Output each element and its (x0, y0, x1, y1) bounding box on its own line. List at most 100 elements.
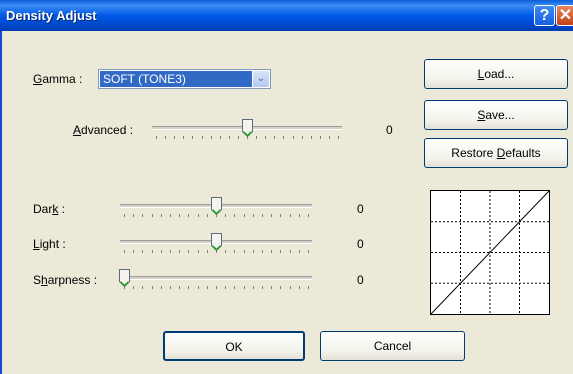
sharpness-slider-tick (225, 286, 227, 289)
ok-button[interactable]: OK (163, 331, 305, 361)
light-slider-tick (308, 250, 309, 253)
light-slider-tick (133, 250, 135, 253)
light-slider-tick (170, 250, 171, 253)
light-slider-tick (197, 250, 199, 253)
light-slider-tick (289, 250, 291, 253)
dark-slider-tick (188, 214, 190, 217)
help-button[interactable]: ? (534, 5, 555, 26)
light-slider-tick (160, 250, 162, 253)
light-slider-tick (298, 250, 300, 253)
sharpness-label: Sharpness : (33, 273, 98, 287)
light-slider-tick (179, 250, 181, 253)
advanced-slider-tick (210, 136, 212, 139)
sharpness-value: 0 (357, 273, 364, 287)
sharpness-slider-track[interactable] (120, 276, 312, 280)
light-slider-tick (142, 250, 144, 253)
window-title: Density Adjust (6, 8, 97, 23)
dark-slider-tick (225, 214, 227, 217)
sharpness-slider-tick (142, 286, 144, 289)
advanced-slider-tick (228, 136, 230, 139)
gamma-select[interactable]: SOFT (TONE3) ⌄ (98, 69, 271, 89)
light-value: 0 (357, 237, 364, 251)
dark-label: Dark : (33, 202, 66, 216)
advanced-slider-tick (319, 136, 321, 139)
dark-slider-tick (142, 214, 144, 217)
tone-curve-graph (430, 190, 550, 315)
advanced-slider-tick (256, 136, 258, 139)
sharpness-slider-tick (170, 286, 171, 289)
advanced-slider-tick (301, 136, 303, 139)
light-slider-tick (280, 250, 282, 253)
tone-curve-preview (430, 190, 550, 315)
advanced-slider-tick (283, 136, 285, 139)
sharpness-slider-tick (234, 286, 236, 289)
restore-defaults-button[interactable]: Restore Defaults (424, 138, 568, 168)
density-adjust-dialog: Density Adjust ? ✕ Gamma : SOFT (TONE3) … (0, 0, 573, 374)
dark-slider-tick (170, 214, 171, 217)
sharpness-slider-tick (216, 286, 217, 289)
sharpness-slider-tick (197, 286, 199, 289)
light-label: Light : (33, 237, 66, 251)
light-slider-tick (234, 250, 236, 253)
title-bar[interactable]: Density Adjust ? ✕ (0, 0, 573, 31)
gamma-label: Gamma : (33, 72, 83, 86)
advanced-slider-tick (219, 136, 221, 139)
dark-slider-thumb[interactable] (210, 197, 222, 215)
chevron-down-icon[interactable]: ⌄ (253, 71, 269, 87)
advanced-value: 0 (386, 123, 393, 137)
dark-slider-tick (298, 214, 300, 217)
dark-value: 0 (357, 202, 364, 216)
advanced-label: Advanced : (73, 123, 134, 137)
load-button[interactable]: Load... (424, 59, 568, 89)
advanced-slider-tick (292, 136, 294, 139)
close-button[interactable]: ✕ (556, 5, 573, 26)
dark-slider-tick (271, 214, 273, 217)
sharpness-slider-tick (243, 286, 245, 289)
dark-slider-tick (234, 214, 236, 217)
advanced-slider-thumb[interactable] (241, 119, 253, 137)
advanced-slider-tick (201, 136, 203, 139)
save-button[interactable]: Save... (424, 100, 568, 130)
dark-slider-tick (243, 214, 245, 217)
advanced-slider-tick (237, 136, 239, 139)
sharpness-slider-tick (271, 286, 273, 289)
sharpness-slider-tick (133, 286, 135, 289)
sharpness-slider-tick (289, 286, 291, 289)
sharpness-slider-tick (160, 286, 162, 289)
sharpness-slider-tick (298, 286, 300, 289)
sharpness-slider-tick (179, 286, 181, 289)
dark-slider-tick (289, 214, 291, 217)
sharpness-slider-thumb[interactable] (118, 269, 130, 287)
advanced-slider-tick (328, 136, 330, 139)
dark-slider-tick (179, 214, 181, 217)
light-slider-tick (271, 250, 273, 253)
cancel-button[interactable]: Cancel (320, 331, 465, 361)
sharpness-slider-tick (206, 286, 208, 289)
advanced-slider-tick (174, 136, 176, 139)
light-slider-tick (262, 250, 263, 253)
light-slider-thumb[interactable] (210, 233, 222, 251)
light-slider-tick (151, 250, 153, 253)
advanced-slider-tick (265, 136, 267, 139)
sharpness-slider-tick (151, 286, 153, 289)
dark-slider-tick (160, 214, 162, 217)
light-slider-tick (124, 250, 125, 253)
advanced-slider-tick (192, 136, 194, 139)
light-slider-tick (252, 250, 254, 253)
dark-slider-tick (124, 214, 125, 217)
light-slider-tick (243, 250, 245, 253)
dark-slider-tick (197, 214, 199, 217)
light-slider-tick (225, 250, 227, 253)
sharpness-slider-tick (188, 286, 190, 289)
sharpness-slider-tick (262, 286, 263, 289)
advanced-slider-tick (338, 136, 339, 139)
sharpness-slider-tick (252, 286, 254, 289)
dark-slider-tick (252, 214, 254, 217)
advanced-slider-tick (156, 136, 157, 139)
light-slider-tick (188, 250, 190, 253)
dark-slider-tick (262, 214, 263, 217)
light-slider-tick (206, 250, 208, 253)
window-border (0, 31, 2, 374)
advanced-slider-tick (183, 136, 185, 139)
dark-slider-tick (133, 214, 135, 217)
